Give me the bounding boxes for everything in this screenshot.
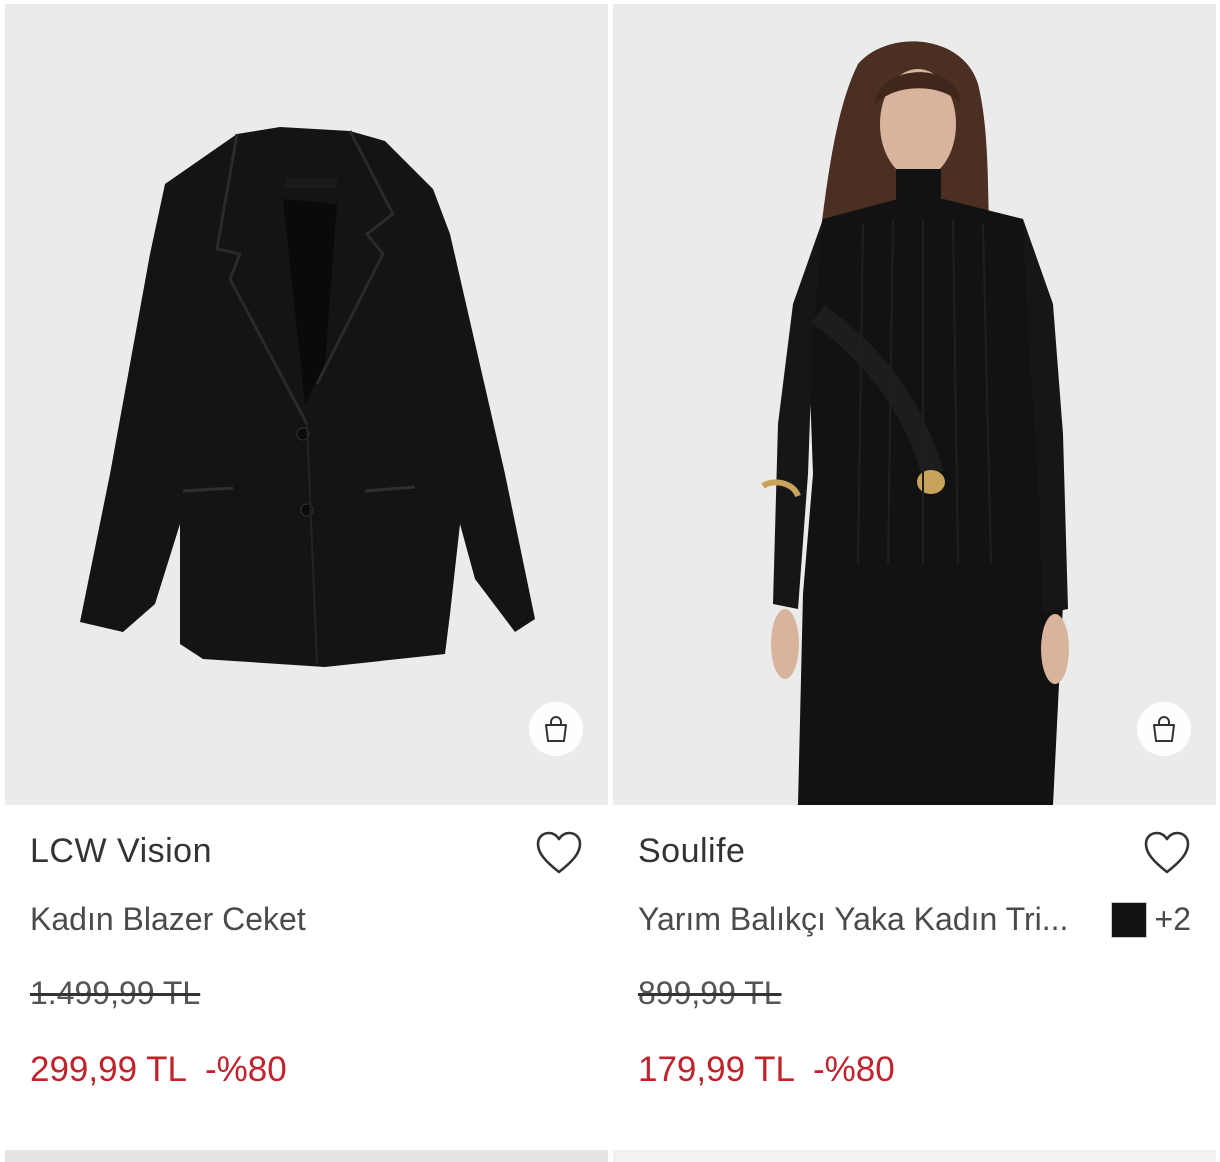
product-grid: LCW Vision Kadın Blazer Ceket 1.499,99 T…: [0, 0, 1220, 1162]
sale-price: 299,99 TL: [30, 1050, 187, 1089]
product-image[interactable]: [613, 4, 1216, 805]
model-in-black-knit-image: [613, 4, 1216, 805]
original-price: 899,99 TL: [638, 975, 782, 1011]
product-image[interactable]: [5, 4, 608, 805]
product-name[interactable]: Kadın Blazer Ceket: [30, 901, 306, 938]
sale-price: 179,99 TL: [638, 1050, 795, 1089]
color-options[interactable]: +2: [1110, 901, 1191, 938]
heart-icon: [1144, 831, 1190, 874]
price-row: 179,99 TL -%80: [638, 1050, 895, 1090]
product-brand[interactable]: LCW Vision: [30, 832, 212, 871]
original-price: 1.499,99 TL: [30, 975, 201, 1011]
add-to-cart-button[interactable]: [529, 702, 583, 756]
more-colors-count[interactable]: +2: [1155, 901, 1191, 938]
product-card-lcw-vision[interactable]: LCW Vision Kadın Blazer Ceket 1.499,99 T…: [5, 0, 608, 1145]
add-to-cart-button[interactable]: [1137, 702, 1191, 756]
color-swatch-black[interactable]: [1110, 901, 1147, 938]
product-name[interactable]: Yarım Balıkçı Yaka Kadın Tri...: [638, 901, 1068, 938]
product-card-soulife[interactable]: Soulife Yarım Balıkçı Yaka Kadın Tri... …: [613, 0, 1216, 1145]
next-product-image-peek: [5, 1150, 608, 1162]
black-blazer-image: [5, 4, 608, 805]
heart-icon: [536, 831, 582, 874]
discount-badge: -%80: [205, 1050, 287, 1089]
favorite-button[interactable]: [1143, 830, 1191, 876]
discount-badge: -%80: [813, 1050, 895, 1089]
price-row: 299,99 TL -%80: [30, 1050, 287, 1090]
next-product-image-peek: [613, 1150, 1216, 1162]
favorite-button[interactable]: [535, 830, 583, 876]
shopping-bag-icon: [1153, 716, 1175, 742]
product-brand[interactable]: Soulife: [638, 832, 745, 871]
shopping-bag-icon: [545, 716, 567, 742]
